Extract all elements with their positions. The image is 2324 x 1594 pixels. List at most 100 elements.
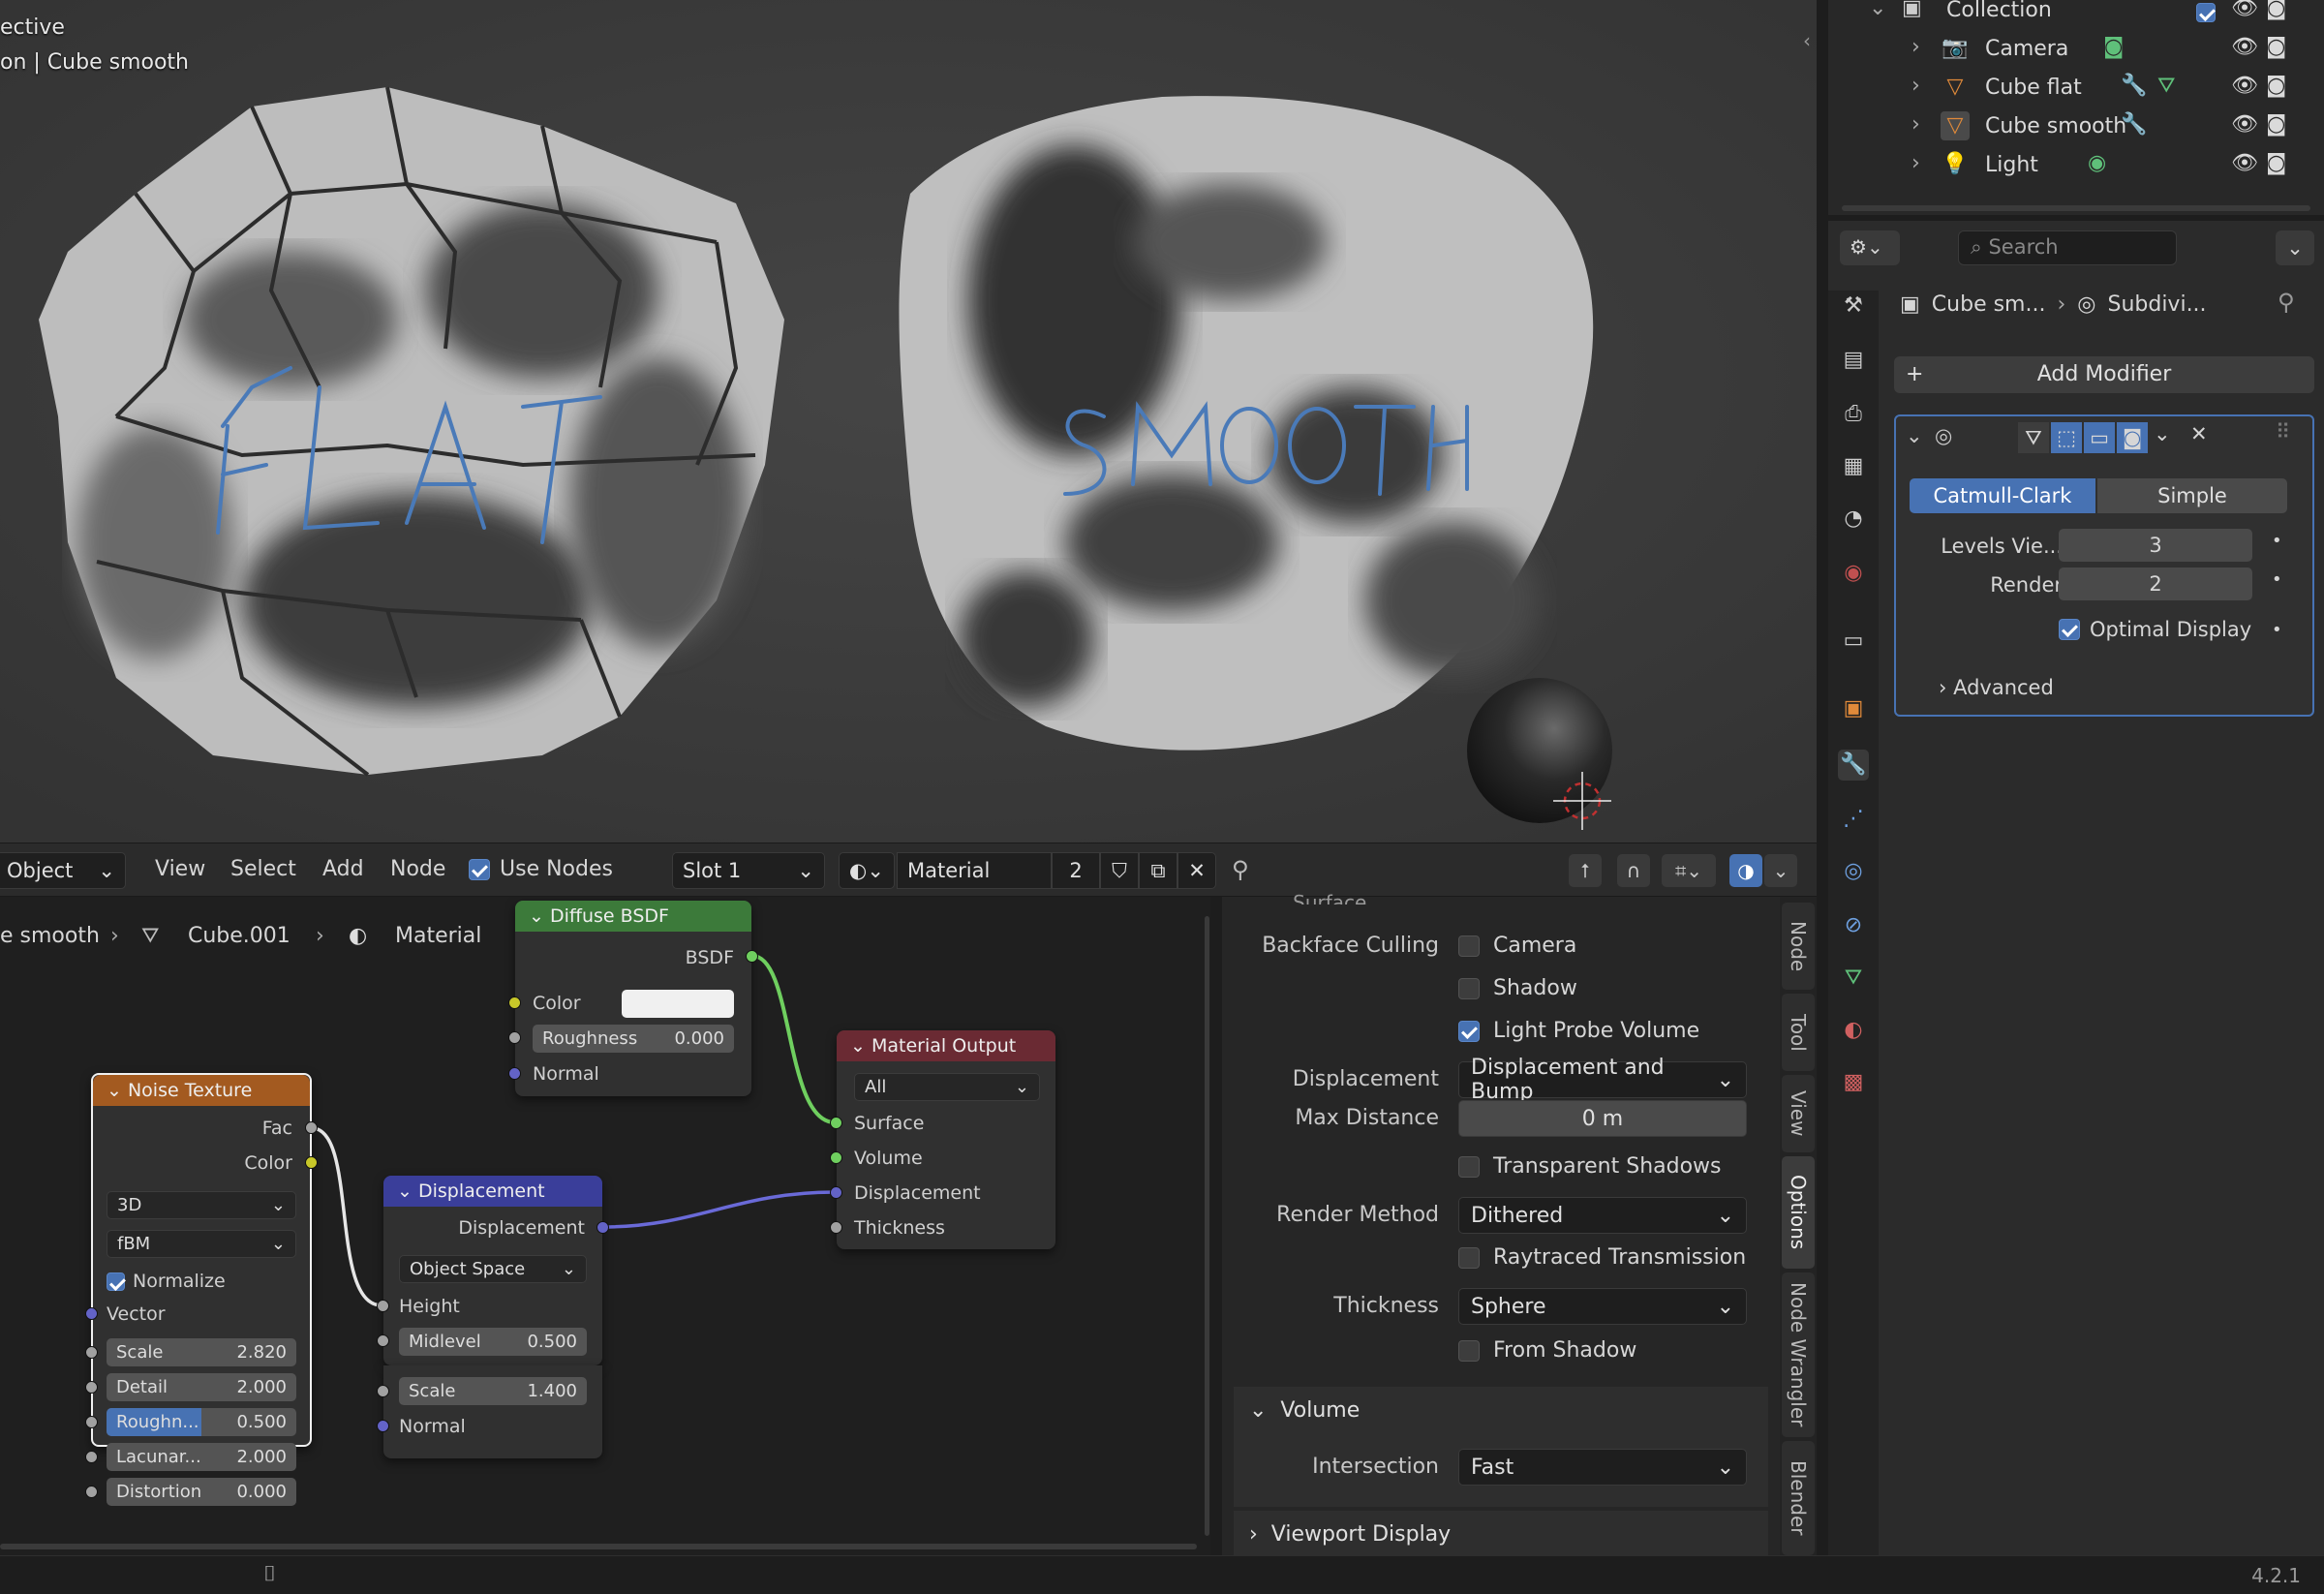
properties-search-input[interactable]: ⌕ Search xyxy=(1958,230,2177,265)
node-editor-canvas[interactable]: e smooth › ⛛ Cube.001 › ◐ Material ⌄ Dif… xyxy=(0,897,1210,1555)
diffuse-color-swatch[interactable] xyxy=(622,990,734,1018)
collection-exclude-checkbox[interactable] xyxy=(2196,3,2216,22)
overlay-options-chevron-icon[interactable]: ⌄ xyxy=(1764,854,1797,887)
mesh-data-icon[interactable]: ⛛ xyxy=(1838,963,1869,994)
menu-select[interactable]: Select xyxy=(230,857,296,881)
material-output-node[interactable]: ⌄ Material Output All ⌄ Surface Volume Di… xyxy=(830,1030,1055,1249)
backface-shadow-toggle[interactable]: Shadow xyxy=(1458,976,1577,1000)
material-browse-button[interactable]: ◐ ⌄ xyxy=(839,852,895,889)
tab-node-wrangler[interactable]: Node Wrangler xyxy=(1782,1272,1815,1437)
vertical-scrollbar[interactable] xyxy=(1205,916,1209,1536)
diffuse-color-socket[interactable] xyxy=(508,996,521,1009)
keyframe-dot-icon[interactable]: • xyxy=(2272,620,2282,640)
collection-properties-icon[interactable]: ▭ xyxy=(1838,626,1869,657)
noise-field-socket[interactable] xyxy=(85,1416,98,1428)
displacement-space-dropdown[interactable]: Object Space ⌄ xyxy=(399,1255,587,1283)
output-properties-icon[interactable]: ⎙ xyxy=(1838,399,1869,430)
menu-add[interactable]: Add xyxy=(322,857,364,881)
backface-shadow-checkbox[interactable] xyxy=(1458,977,1480,999)
noise-field[interactable]: Distortion 0.000 xyxy=(107,1478,296,1506)
add-modifier-button[interactable]: + Add Modifier xyxy=(1894,356,2314,393)
particles-icon[interactable]: ⋰ xyxy=(1838,804,1869,835)
surface-section-header[interactable]: ⌄ Surface xyxy=(1270,891,1366,904)
diffuse-roughness-socket[interactable] xyxy=(508,1031,521,1044)
modifier-properties-wrench-icon[interactable]: 🔧 xyxy=(1838,750,1869,781)
tool-settings-icon[interactable]: ⚒ xyxy=(1838,291,1869,322)
noise-field-socket[interactable] xyxy=(85,1451,98,1463)
noise-field[interactable]: Detail 2.000 xyxy=(107,1373,296,1401)
overlay-toggle-icon[interactable]: ◑ xyxy=(1729,854,1762,887)
modifier-wrench-icon[interactable]: 🔧 xyxy=(2121,112,2147,137)
keyframe-dot-icon[interactable]: • xyxy=(2272,531,2282,551)
snap-magnet-icon[interactable]: ∩ xyxy=(1617,854,1650,887)
eye-icon[interactable]: 👁 xyxy=(2231,112,2258,137)
duplicate-material-icon[interactable]: ⧉ xyxy=(1139,852,1177,889)
scene-properties-icon[interactable]: ◔ xyxy=(1838,504,1869,535)
outliner-row[interactable]: › ▽ Cube smooth 🔧 👁 ◙ xyxy=(1828,107,2324,145)
raytraced-transmission-toggle[interactable]: Raytraced Transmission xyxy=(1458,1245,1746,1270)
drag-handle-icon[interactable]: ⠿ xyxy=(2276,420,2290,444)
noise-field[interactable]: Scale 2.820 xyxy=(107,1338,296,1366)
noise-field[interactable]: Lacunar... 2.000 xyxy=(107,1443,296,1471)
output-target-dropdown[interactable]: All ⌄ xyxy=(854,1073,1040,1101)
noise-field[interactable]: Roughn... 0.500 xyxy=(107,1408,296,1436)
edit-mode-cage-icon[interactable]: ⛛ xyxy=(2018,422,2049,453)
displacement-header[interactable]: ⌄ Displacement xyxy=(383,1176,602,1207)
tab-tool[interactable]: Tool xyxy=(1782,994,1815,1071)
from-shadow-toggle[interactable]: From Shadow xyxy=(1458,1338,1636,1363)
world-properties-icon[interactable]: ◉ xyxy=(1838,558,1869,589)
displacement-height-socket[interactable] xyxy=(377,1300,389,1312)
menu-view[interactable]: View xyxy=(155,857,205,881)
keyframe-dot-icon[interactable]: • xyxy=(2272,569,2282,590)
outliner[interactable]: ⌄ ▣ Collection 👁 ◙ › 📷 Camera ◙ 👁 ◙ › ▽ Cube fla… xyxy=(1828,0,2324,215)
unlink-material-close-icon[interactable]: ✕ xyxy=(1177,852,1216,889)
chevron-down-icon[interactable]: ⌄ xyxy=(1869,0,1886,20)
max-distance-field[interactable]: 0 m xyxy=(1458,1100,1747,1137)
displacement-method-dropdown[interactable]: Displacement and Bump ⌄ xyxy=(1458,1056,1747,1104)
eye-icon[interactable]: 👁 xyxy=(2231,74,2258,98)
transparent-shadows-checkbox[interactable] xyxy=(1458,1155,1480,1178)
chevron-right-icon[interactable]: › xyxy=(1911,112,1920,137)
edit-mode-icon[interactable]: ⬚ xyxy=(2051,422,2082,453)
snap-grid-icon[interactable]: ⌗⌄ xyxy=(1662,854,1716,887)
options-chevron-icon[interactable]: ⌄ xyxy=(2276,230,2314,265)
noise-field-socket[interactable] xyxy=(85,1486,98,1498)
tab-view[interactable]: View xyxy=(1782,1075,1815,1152)
noise-normalize-toggle[interactable]: Normalize xyxy=(107,1271,226,1292)
noise-dimensions-dropdown[interactable]: 3D ⌄ xyxy=(107,1191,296,1219)
noise-texture-node[interactable]: ⌄ Noise Texture Fac Color 3D ⌄ fBM ⌄ Norma… xyxy=(85,1073,318,1506)
horizontal-scrollbar[interactable] xyxy=(0,1544,1197,1549)
transparent-shadows-toggle[interactable]: Transparent Shadows xyxy=(1458,1154,1722,1179)
diffuse-roughness-field[interactable]: Roughness 0.000 xyxy=(533,1025,734,1053)
backface-camera-checkbox[interactable] xyxy=(1458,935,1480,957)
menu-node[interactable]: Node xyxy=(390,857,445,881)
thickness-mode-dropdown[interactable]: Sphere ⌄ xyxy=(1458,1288,1747,1325)
camera-render-icon[interactable]: ◙ xyxy=(2266,151,2286,175)
tab-blender[interactable]: Blender xyxy=(1782,1441,1815,1555)
noise-color-socket[interactable] xyxy=(305,1156,318,1169)
tab-options[interactable]: Options xyxy=(1782,1156,1815,1269)
material-users-count[interactable]: 2 xyxy=(1052,852,1100,889)
mesh-data-icon[interactable]: ⛛ xyxy=(2157,74,2175,98)
displacement-scale-socket[interactable] xyxy=(377,1385,389,1397)
constraints-icon[interactable]: ⊘ xyxy=(1838,910,1869,941)
diffuse-normal-socket[interactable] xyxy=(508,1067,521,1080)
outliner-collection-row[interactable]: ⌄ ▣ Collection 👁 ◙ xyxy=(1828,0,2324,29)
noise-normalize-checkbox[interactable] xyxy=(107,1272,125,1291)
simple-button[interactable]: Simple xyxy=(2097,478,2287,513)
physics-icon[interactable]: ◎ xyxy=(1838,856,1869,887)
from-shadow-checkbox[interactable] xyxy=(1458,1339,1480,1362)
outliner-row[interactable]: › 💡 Light ◉ 👁 ◙ xyxy=(1828,145,2324,184)
outliner-scrollbar[interactable] xyxy=(1842,205,2310,211)
tab-node[interactable]: Node xyxy=(1782,903,1815,990)
displacement-node[interactable]: ⌄ Displacement Displacement Object Space… xyxy=(377,1176,609,1365)
material-name-field[interactable]: Material xyxy=(897,852,1052,889)
editor-type-dropdown[interactable]: ⚙⌄ xyxy=(1840,230,1900,265)
backface-camera-toggle[interactable]: Camera xyxy=(1458,934,1576,958)
light-probe-volume-toggle[interactable]: Light Probe Volume xyxy=(1458,1019,1699,1043)
object-properties-icon[interactable]: ▣ xyxy=(1838,693,1869,724)
eye-icon[interactable]: 👁 xyxy=(2231,0,2258,20)
chevron-right-icon[interactable]: › xyxy=(1911,35,1920,59)
fake-user-shield-icon[interactable]: ⛉ xyxy=(1100,852,1139,889)
camera-data-icon[interactable]: ◙ xyxy=(2103,35,2124,59)
